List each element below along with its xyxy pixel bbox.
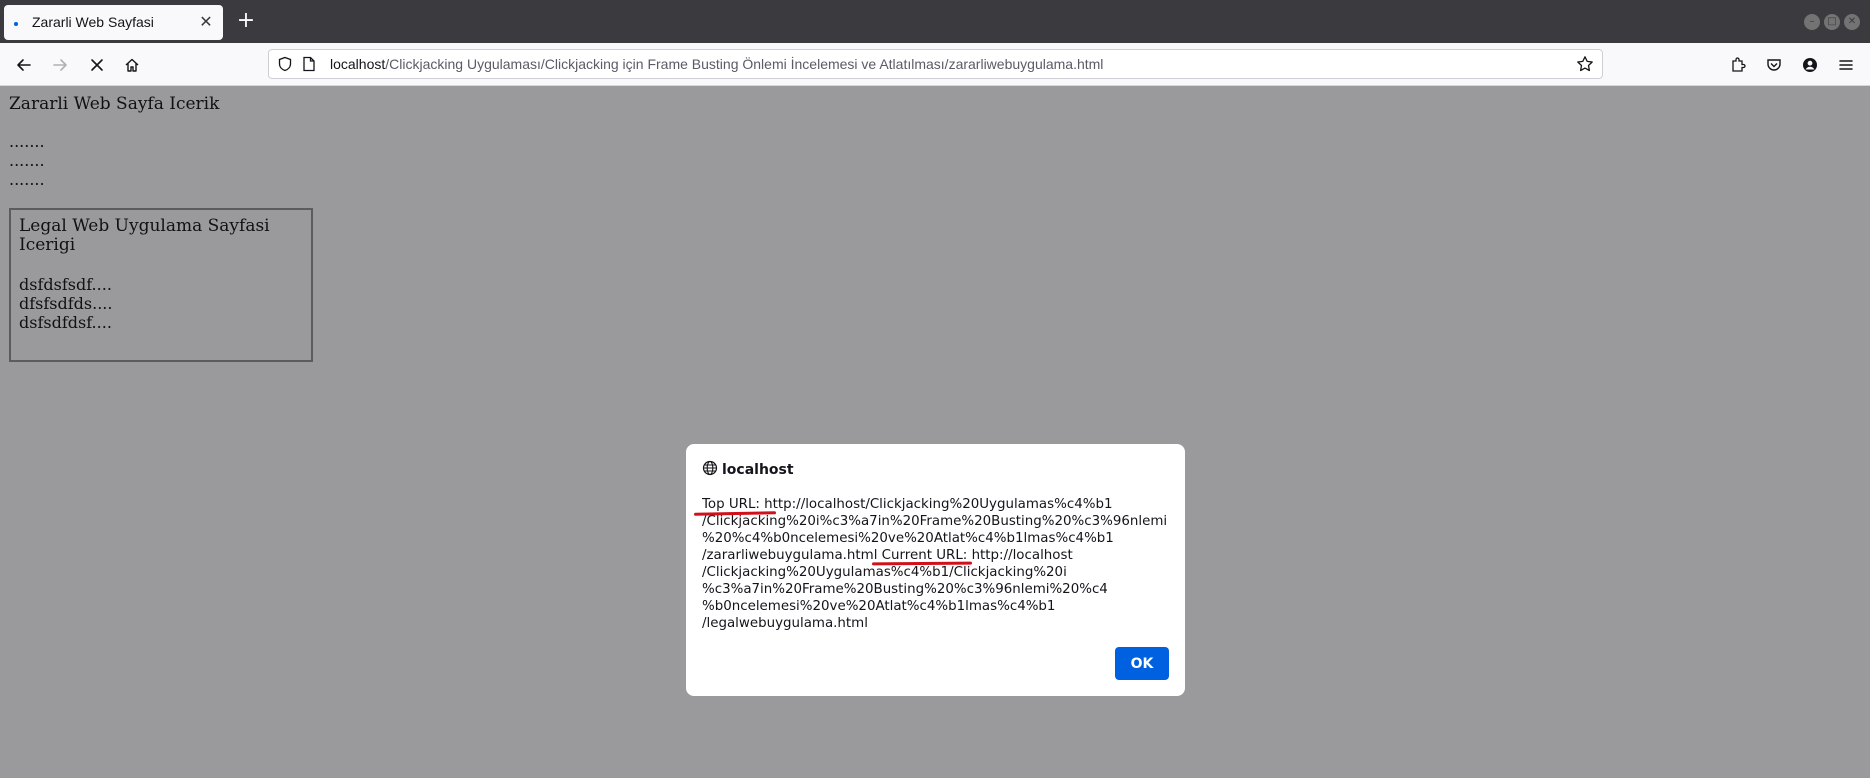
account-icon[interactable] xyxy=(1796,51,1824,79)
address-bar[interactable]: localhost/Clickjacking Uygulaması/Clickj… xyxy=(268,49,1603,79)
tab-loading-indicator-icon xyxy=(14,22,18,26)
dots-line: ....... xyxy=(9,170,45,189)
iframe-heading: Legal Web Uygulama Sayfasi Icerigi xyxy=(19,216,270,255)
embedded-iframe[interactable]: Legal Web Uygulama Sayfasi Icerigi dsfds… xyxy=(9,208,313,362)
navigation-toolbar: localhost/Clickjacking Uygulaması/Clickj… xyxy=(0,43,1870,86)
arrow-right-icon[interactable] xyxy=(46,51,74,79)
browser-tab[interactable]: Zararli Web Sayfasi ✕ xyxy=(4,5,223,40)
pocket-icon[interactable] xyxy=(1760,51,1788,79)
new-tab-icon[interactable]: + xyxy=(236,10,256,32)
page-info-icon[interactable] xyxy=(302,56,316,76)
alert-dialog: localhost Top URL: http://localhost/Clic… xyxy=(686,444,1185,696)
window-close-icon[interactable]: ✕ xyxy=(1844,14,1860,30)
dots-list: ....... ....... ....... xyxy=(9,132,45,189)
url-path: /Clickjacking Uygulaması/Clickjacking iç… xyxy=(385,56,1104,72)
dots-line: ....... xyxy=(9,132,45,151)
url-host: localhost xyxy=(330,56,386,72)
iframe-line: dsfdsfsdf.... xyxy=(19,275,112,294)
dots-line: ....... xyxy=(9,151,45,170)
tab-title: Zararli Web Sayfasi xyxy=(32,14,154,30)
star-icon[interactable] xyxy=(1576,55,1594,77)
close-icon[interactable] xyxy=(83,51,111,79)
dialog-host: localhost xyxy=(722,462,794,478)
tab-strip: Zararli Web Sayfasi ✕ + – □ ✕ xyxy=(0,0,1870,43)
tracking-protection-shield-icon[interactable] xyxy=(277,56,293,76)
maximize-icon[interactable]: □ xyxy=(1824,14,1840,30)
url-text: localhost/Clickjacking Uygulaması/Clickj… xyxy=(330,56,1103,72)
window-controls: – □ ✕ xyxy=(1804,14,1860,30)
iframe-line: dfsfsdfds.... xyxy=(19,294,113,313)
minimize-icon[interactable]: – xyxy=(1804,14,1820,30)
dialog-header: localhost xyxy=(702,460,794,480)
iframe-text: dsfdsfsdf.... dfsfsdfds.... dsfsdfdsf...… xyxy=(19,275,112,332)
globe-icon xyxy=(702,460,718,480)
extensions-icon[interactable] xyxy=(1724,51,1752,79)
page-heading: Zararli Web Sayfa Icerik xyxy=(9,94,220,114)
arrow-left-icon[interactable] xyxy=(10,51,38,79)
home-icon[interactable] xyxy=(118,51,146,79)
ok-button[interactable]: OK xyxy=(1115,647,1169,680)
tab-close-icon[interactable]: ✕ xyxy=(197,13,215,31)
iframe-line: dsfsdfdsf.... xyxy=(19,313,112,332)
menu-icon[interactable] xyxy=(1832,51,1860,79)
